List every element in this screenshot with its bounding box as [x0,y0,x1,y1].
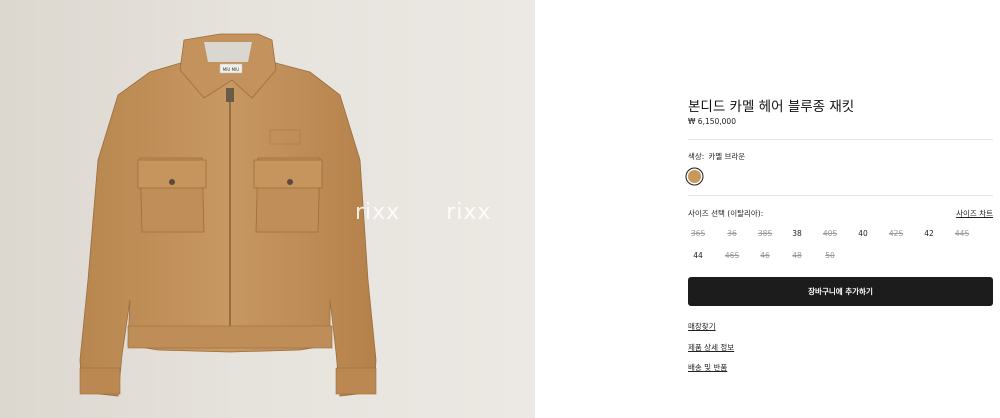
color-row: 색상: 카멜 브라운 [688,151,745,162]
watermark: rixx rixx rixx [355,200,535,225]
size-label: 사이즈 선택 (이탈리아): [688,209,764,218]
shipping-returns-link[interactable]: 배송 및 반품 [688,362,727,373]
size-option[interactable]: 50 [810,251,850,260]
product-details: 본디드 카멜 헤어 블루종 재킷 ₩ 6,150,000 색상: 카멜 브라운 사… [688,0,993,418]
add-to-cart-button[interactable]: 장바구니에 추가하기 [688,277,993,306]
size-option[interactable]: 44S [942,229,982,238]
color-label: 색상: [688,152,705,161]
color-swatch-camel[interactable] [688,170,701,183]
size-chart-link[interactable]: 사이즈 차트 [956,208,993,219]
product-title: 본디드 카멜 헤어 블루종 재킷 [688,99,855,115]
color-value: 카멜 브라운 [708,152,746,161]
watermark-text: rixx [446,200,492,225]
product-image: MIU MIU rixx rixx rixx [0,0,535,418]
divider [688,195,993,196]
product-price: ₩ 6,150,000 [688,117,736,126]
product-details-link[interactable]: 제품 상세 정보 [688,342,734,353]
store-finder-link[interactable]: 매장찾기 [688,321,716,332]
watermark-text: rixx [355,200,401,225]
divider [688,139,993,140]
svg-text:MIU MIU: MIU MIU [223,67,239,72]
